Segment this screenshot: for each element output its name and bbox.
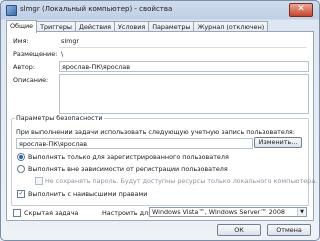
general-panel: Имя: slmgr Размещение: \ Автор: ярослав-… [6, 31, 318, 221]
task-scheduler-icon [6, 5, 17, 16]
highest-privileges-label[interactable]: Выполнить с наивысшими правами [28, 190, 147, 198]
close-button[interactable]: ✕ [289, 3, 313, 17]
change-user-button[interactable]: Изменить... [254, 137, 302, 148]
description-label: Описание: [13, 76, 49, 84]
security-group-title: Параметры безопасности [15, 114, 104, 122]
radio-run-whether-logged-on[interactable] [17, 165, 25, 173]
ok-button[interactable]: ОК [217, 224, 261, 236]
configure-for-label: Настроить для: [102, 209, 155, 217]
no-store-password-checkbox[interactable] [35, 177, 43, 185]
configure-for-select[interactable]: Windows Vista™, Windows Server™ 2008 ▼ [149, 207, 307, 217]
account-field: ярослав-ПК\ярослав [16, 138, 253, 149]
author-label: Автор: [13, 63, 35, 71]
tab-general[interactable]: Общие [6, 20, 38, 33]
no-store-password-label: Не сохранять пароль. Будут доступны ресу… [45, 177, 318, 185]
configure-for-value: Windows Vista™, Windows Server™ 2008 [152, 208, 285, 216]
radio-any-label[interactable]: Выполнять вне зависимости от регистрации… [28, 165, 228, 173]
name-underline [59, 47, 307, 48]
radio-logged-on-label[interactable]: Выполнять только для зарегистрированного… [28, 153, 229, 161]
radio-logged-on-only[interactable] [17, 153, 25, 161]
name-label: Имя: [13, 37, 29, 45]
title-bar[interactable]: slmgr (Локальный компьютер) - свойства ✕ [1, 1, 319, 19]
window-title: slmgr (Локальный компьютер) - свойства [20, 5, 173, 13]
name-value[interactable]: slmgr [61, 37, 79, 45]
description-field[interactable] [59, 74, 309, 114]
hidden-task-checkbox[interactable] [13, 209, 21, 217]
location-label: Размещение: [13, 50, 58, 58]
chevron-down-icon: ▼ [297, 208, 306, 216]
hidden-task-label[interactable]: Скрытая задача [24, 209, 78, 217]
account-prompt: При выполнении задачи использовать следу… [16, 128, 295, 136]
author-field[interactable]: ярослав-ПК\ярослав [59, 61, 309, 72]
highest-privileges-checkbox[interactable]: ✓ [17, 190, 25, 198]
properties-dialog: slmgr (Локальный компьютер) - свойства ✕… [0, 0, 320, 241]
author-value: ярослав-ПК\ярослав [62, 63, 130, 71]
cancel-button[interactable]: Отмена [267, 224, 311, 236]
location-value: \ [61, 50, 64, 58]
account-value: ярослав-ПК\ярослав [19, 140, 87, 148]
